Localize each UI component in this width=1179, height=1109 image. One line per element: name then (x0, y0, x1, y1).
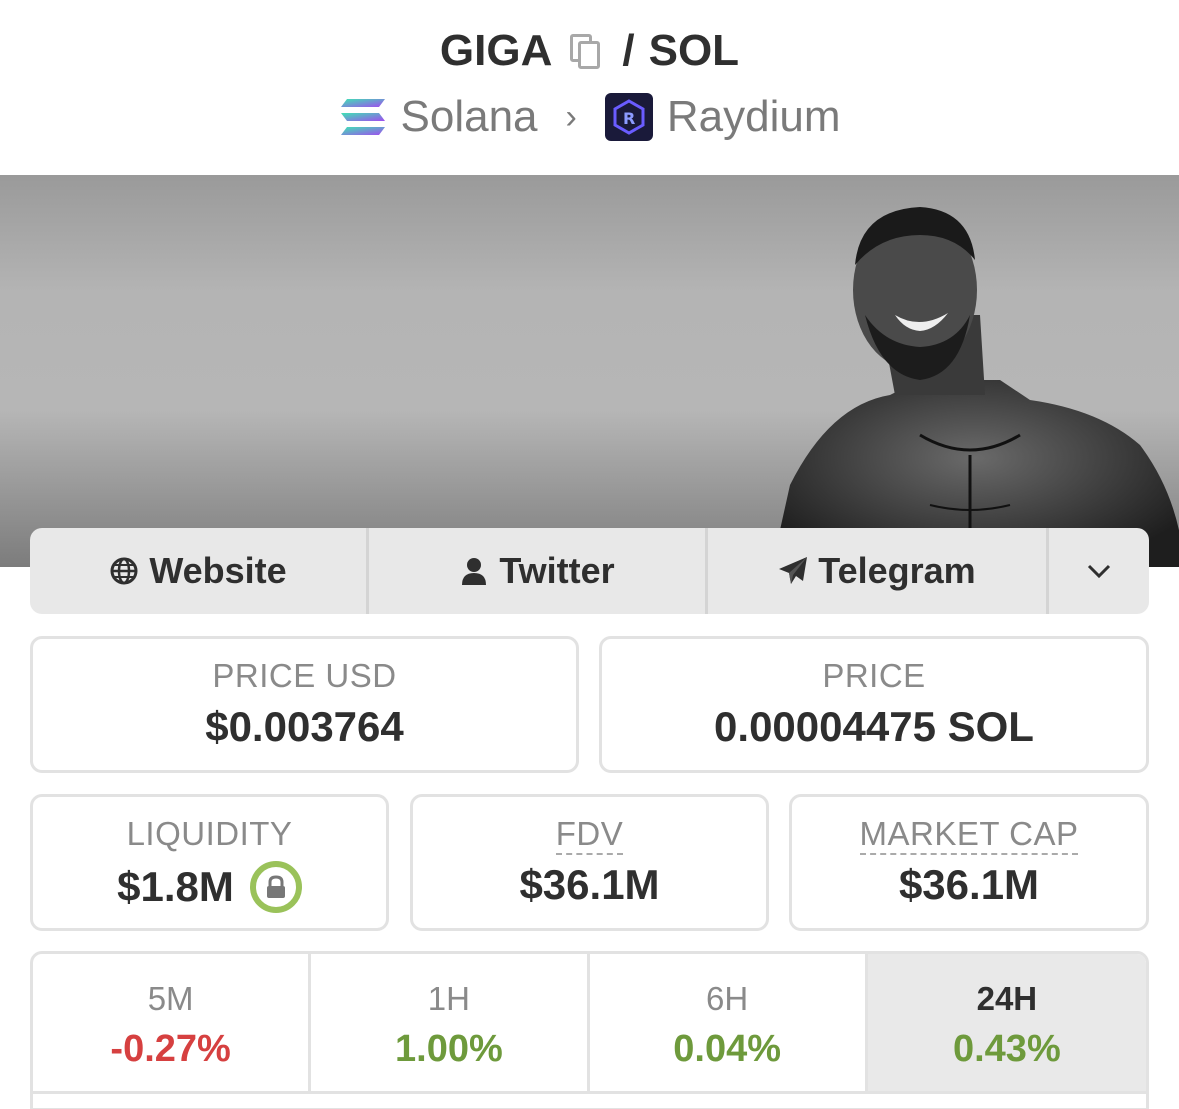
market-cap-value: $36.1M (898, 861, 1040, 908)
tab-1h[interactable]: 1H 1.00% (311, 954, 590, 1094)
svg-text:R: R (623, 109, 635, 128)
token-banner (0, 175, 1179, 567)
liquidity-value: $1.8M (117, 863, 234, 910)
pair-header: GIGA / SOL Solana › R Raydium (0, 0, 1179, 175)
tab-5m[interactable]: 5M -0.27% (33, 954, 312, 1094)
price-native-card: PRICE 0.00004475 SOL (599, 636, 1149, 773)
fdv-card: FDV $36.1M (410, 794, 769, 931)
lock-icon[interactable] (249, 861, 302, 913)
fdv-label[interactable]: FDV (413, 815, 766, 855)
twitter-button[interactable]: Twitter (369, 528, 708, 614)
twitter-label: Twitter (499, 550, 615, 591)
user-icon (462, 558, 487, 585)
chain-link[interactable]: Solana (401, 92, 538, 142)
chevron-right-icon: › (565, 97, 577, 136)
globe-icon (110, 557, 138, 585)
tab-24h-change: 0.43% (952, 1028, 1061, 1070)
social-links-bar: Website Twitter Telegram (30, 528, 1149, 614)
tab-1h-label: 1H (427, 980, 470, 1017)
tab-1h-change: 1.00% (395, 1028, 503, 1070)
price-usd-card: PRICE USD $0.003764 (30, 636, 579, 773)
liquidity-card: LIQUIDITY $1.8M (30, 794, 389, 931)
tab-6h[interactable]: 6H 0.04% (589, 954, 868, 1094)
market-cap-card: MARKET CAP $36.1M (789, 794, 1149, 931)
liquidity-value-row: $1.8M (33, 861, 386, 913)
solana-icon (340, 99, 385, 135)
pair-title: GIGA / SOL (0, 26, 1179, 76)
timeframe-tabs: 5M -0.27% 1H 1.00% 6H 0.04% 24H 0.43% (30, 951, 1149, 1109)
fdv-value: $36.1M (519, 861, 660, 908)
tab-24h-label: 24H (976, 980, 1038, 1017)
price-native-label: PRICE (822, 657, 926, 694)
paper-plane-icon (779, 557, 808, 584)
tab-6h-label: 6H (706, 980, 749, 1017)
price-usd-value: $0.003764 (205, 703, 404, 750)
tab-5m-change: -0.27% (110, 1028, 231, 1070)
tab-6h-change: 0.04% (673, 1028, 781, 1070)
breadcrumb: Solana › R Raydium (0, 92, 1179, 142)
price-native-value: 0.00004475 SOL (714, 703, 1034, 750)
more-links-dropdown[interactable] (1049, 528, 1149, 614)
raydium-icon: R (604, 93, 653, 141)
tab-5m-label: 5M (147, 980, 194, 1017)
dex-link[interactable]: Raydium (667, 92, 841, 142)
base-symbol: GIGA (439, 26, 553, 75)
pair-separator: / (622, 26, 635, 75)
price-usd-label: PRICE USD (212, 657, 397, 694)
telegram-label: Telegram (818, 550, 976, 591)
chevron-down-icon (1087, 564, 1111, 579)
website-label: Website (149, 550, 287, 591)
market-cap-label[interactable]: MARKET CAP (792, 815, 1146, 855)
telegram-button[interactable]: Telegram (708, 528, 1049, 614)
quote-symbol: SOL (648, 26, 740, 75)
liquidity-label: LIQUIDITY (126, 815, 293, 852)
copy-icon[interactable] (568, 32, 602, 70)
tab-24h[interactable]: 24H 0.43% (867, 954, 1146, 1094)
website-button[interactable]: Website (30, 528, 369, 614)
banner-portrait-image (771, 207, 1179, 567)
